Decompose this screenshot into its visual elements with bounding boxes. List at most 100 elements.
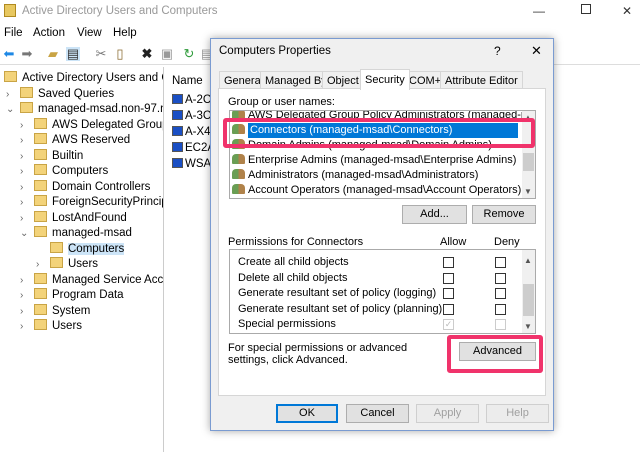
folder-icon [34,164,47,175]
apply-button[interactable]: Apply [416,404,479,423]
scroll-thumb[interactable] [523,153,534,171]
app-icon [4,4,16,17]
paste-icon[interactable]: ▯ [113,47,127,61]
tree-item[interactable]: › Users [20,319,82,334]
deny-checkbox[interactable] [495,272,506,284]
delete-icon[interactable]: ✖ [140,47,154,61]
chevron-down-icon[interactable]: ⌄ [6,102,14,117]
tree-item[interactable]: › Saved Queries [6,86,114,102]
scroll-thumb[interactable] [523,284,534,316]
tree-item[interactable]: › AWS Reserved [20,133,130,148]
tree-item-label: Active Directory Users and Com [22,72,163,84]
console-tree[interactable]: Active Directory Users and Com › Saved Que… [0,67,164,452]
deny-checkbox[interactable] [495,303,506,315]
tree-item[interactable]: › Domain Controllers [20,179,150,195]
results-list[interactable]: Name A-2C A-3C A-X4 EC2A WSA [168,67,212,452]
forward-icon[interactable]: ➡ [20,47,34,61]
tree-item[interactable]: ⌄ managed-msad [20,226,132,241]
column-header-name[interactable]: Name [172,75,203,87]
tree-item[interactable]: › ForeignSecurityPrincipals [20,195,163,210]
tab-attribute-editor[interactable]: Attribute Editor [440,71,523,89]
help-icon[interactable]: ? [494,44,501,58]
list-item[interactable]: A-3C [172,110,211,122]
advanced-highlight [447,335,543,373]
minimize-button[interactable]: — [533,4,545,18]
chevron-right-icon[interactable]: › [36,257,39,272]
list-item[interactable]: A-2C [172,94,211,106]
scroll-up-icon[interactable]: ▲ [524,256,532,265]
menu-help[interactable]: Help [113,27,137,39]
chevron-right-icon[interactable]: › [6,87,9,102]
tab-object[interactable]: Object [322,71,364,89]
list-item[interactable]: A-X4 [172,126,211,138]
chevron-right-icon[interactable]: › [20,149,23,164]
chevron-right-icon[interactable]: › [20,180,23,195]
group-item[interactable]: Account Operators (managed-msad\Account … [232,183,521,198]
ok-button[interactable]: OK [276,404,338,423]
allow-checkbox[interactable] [443,257,454,268]
up-folder-icon[interactable]: ▰ [46,47,60,61]
tree-item[interactable]: › AWS Delegated Groups [20,117,163,133]
group-item[interactable]: Enterprise Admins (managed-msad\Enterpri… [232,153,516,168]
tree-item[interactable]: › Program Data [20,288,124,303]
allow-header: Allow [440,236,467,248]
tree-item-label: LostAndFound [52,211,127,224]
group-item-label: Enterprise Admins (managed-msad\Enterpri… [248,154,517,166]
chevron-right-icon[interactable]: › [20,304,23,319]
scroll-down-icon[interactable]: ▼ [524,322,532,331]
menu-view[interactable]: View [77,27,102,39]
deny-checkbox[interactable] [495,288,506,299]
back-icon[interactable]: ⬅ [2,47,16,61]
group-item[interactable]: Administrators (managed-msad\Administrat… [232,168,478,183]
menu-action[interactable]: Action [33,27,65,39]
permission-name: Generate resultant set of policy (loggin… [238,287,437,299]
chevron-right-icon[interactable]: › [20,195,23,210]
tab-managed-by[interactable]: Managed By [260,71,332,89]
deny-checkbox[interactable] [495,319,506,330]
chevron-right-icon[interactable]: › [20,133,23,148]
tree-item[interactable]: › Computers [20,164,108,179]
cancel-button[interactable]: Cancel [346,404,409,423]
chevron-right-icon[interactable]: › [20,273,23,288]
remove-button[interactable]: Remove [472,205,536,224]
tree-item[interactable]: › Builtin [20,148,83,164]
tree-item[interactable]: › LostAndFound [20,210,127,226]
help-button[interactable]: Help [486,404,549,423]
console-tree-icon[interactable]: ▤ [66,47,80,61]
chevron-right-icon[interactable]: › [20,118,23,133]
group-item-label: Account Operators (managed-msad\Account … [248,184,522,196]
tab-security[interactable]: Security [360,69,410,90]
tree-item[interactable]: ⌄ managed-msad.non-97.net [6,102,163,117]
add-button[interactable]: Add... [402,205,467,224]
chevron-right-icon[interactable]: › [20,319,23,334]
permissions-scrollbar[interactable]: ▲ ▼ [522,250,535,333]
chevron-down-icon[interactable]: ⌄ [20,226,28,241]
properties-icon[interactable]: ▣ [160,47,174,61]
allow-checkbox[interactable] [443,288,454,299]
cut-icon[interactable]: ✂ [94,47,108,61]
dialog-close-button[interactable]: ✕ [531,43,542,59]
chevron-right-icon[interactable]: › [20,211,23,226]
chevron-right-icon[interactable]: › [20,288,23,303]
tree-item[interactable]: › Managed Service Accour [20,272,163,288]
computer-icon [172,94,183,104]
permissions-list[interactable]: Create all child objects Delete all child… [229,249,536,334]
tree-item[interactable]: › Users [36,257,98,272]
group-icon [232,184,245,194]
allow-checkbox[interactable]: ✓ [443,319,454,330]
allow-checkbox[interactable] [443,303,454,315]
tree-item[interactable]: Computers [50,241,125,257]
menu-file[interactable]: File [4,27,23,39]
tree-item[interactable]: Active Directory Users and Com [4,71,163,86]
close-button[interactable]: ✕ [622,4,632,18]
list-item[interactable]: WSA [172,158,211,170]
chevron-right-icon[interactable]: › [20,164,23,179]
refresh-icon[interactable]: ↻ [182,47,196,61]
scroll-down-icon[interactable]: ▼ [524,187,532,196]
maximize-button[interactable] [581,4,591,14]
list-item[interactable]: EC2A [172,142,212,154]
tree-item[interactable]: › System [20,303,90,319]
permission-name: Generate resultant set of policy (planni… [238,302,443,315]
allow-checkbox[interactable] [443,272,454,284]
deny-checkbox[interactable] [495,257,506,268]
